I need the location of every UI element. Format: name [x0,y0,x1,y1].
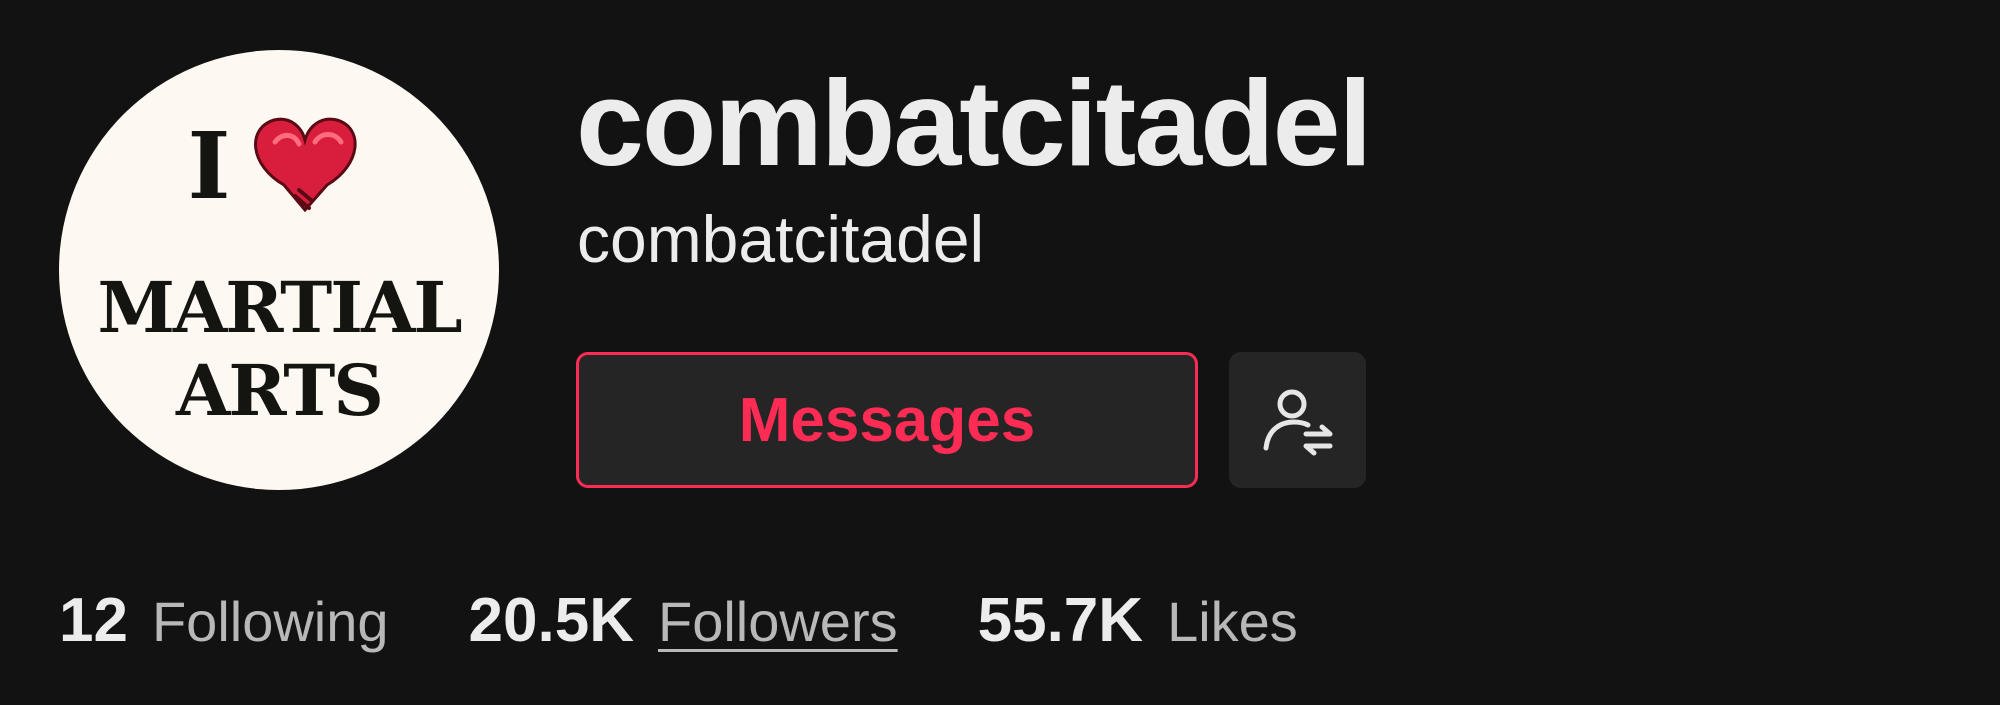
user-switch-icon [1263,389,1332,456]
avatar-image: I MARTIAL ARTS [97,112,463,432]
stat-following[interactable]: 12 Following [59,585,389,656]
stat-followers[interactable]: 20.5K Followers [469,585,898,656]
username: combatcitadel [577,202,985,276]
likes-count: 55.7K [977,586,1144,655]
profile-header: I MARTIAL ARTS combatcitadel combatcitad… [0,0,2000,705]
display-name: combatcitadel [576,55,1372,191]
profile-stats: 12 Following 20.5K Followers 55.7K Likes [59,585,1298,656]
following-count: 12 [59,586,128,655]
avatar-text-line1: I [187,112,230,220]
likes-label: Likes [1167,590,1298,653]
followers-link[interactable]: Followers [658,589,898,654]
followers-count: 20.5K [468,586,634,655]
avatar-text-line3: ARTS [175,349,382,432]
following-label: Following [151,590,389,653]
boxing-glove-heart-icon [254,117,357,213]
messages-button[interactable]: Messages [576,352,1198,488]
avatar[interactable]: I MARTIAL ARTS [59,50,499,490]
suggested-accounts-button[interactable] [1229,352,1366,488]
stat-likes: 55.7K Likes [978,585,1298,656]
avatar-text-line2: MARTIAL [97,266,461,349]
